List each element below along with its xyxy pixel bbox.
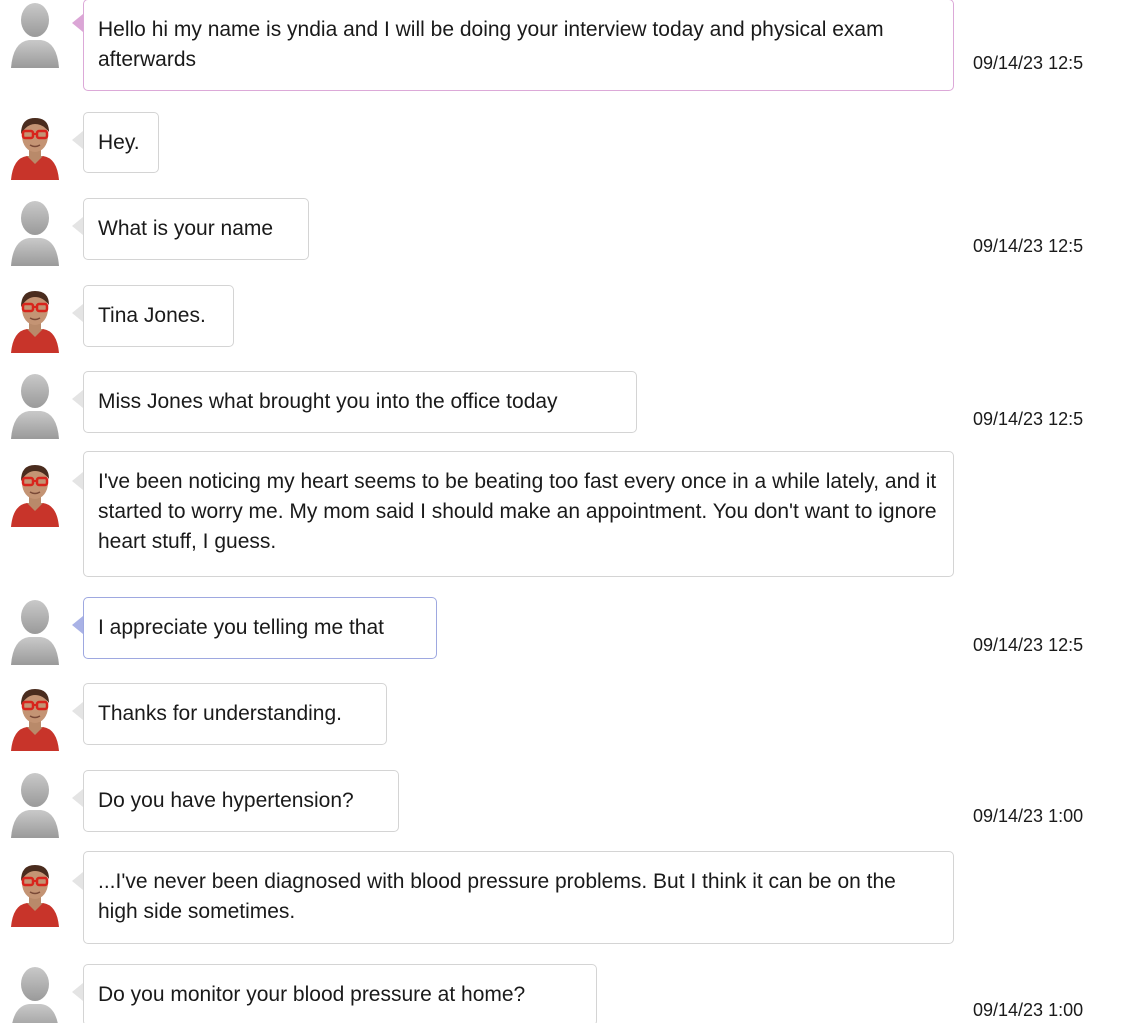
message-timestamp: 09/14/23 12:5 [973,409,1084,429]
tina-jones-avatar-icon [9,285,61,353]
tina-jones-avatar-icon [9,683,61,751]
bubble-pointer [72,872,83,890]
bubble-pointer [72,702,83,720]
message-text: Do you have hypertension? [98,789,354,812]
message-bubble: I've been noticing my heart seems to be … [83,451,954,577]
message-timestamp: 09/14/23 12:5 [973,236,1084,256]
bubble-pointer [72,789,83,807]
bubble-pointer [72,14,83,32]
message-bubble: Miss Jones what brought you into the off… [83,371,637,433]
message-text: Thanks for understanding. [98,702,342,725]
message-timestamp: 09/14/23 12:5 [973,635,1084,655]
message-bubble: Hey. [83,112,159,173]
message-bubble: ...I've never been diagnosed with blood … [83,851,954,944]
bubble-pointer [72,390,83,408]
message-timestamp: 09/14/23 1:00 [973,1000,1084,1020]
message-timestamp: 09/14/23 1:00 [973,806,1084,826]
message-text: Tina Jones. [98,304,206,327]
message-bubble: Do you monitor your blood pressure at ho… [83,964,597,1023]
message-text: Hello hi my name is yndia and I will be … [98,18,884,71]
tina-jones-avatar-icon [9,112,61,180]
default-user-avatar-icon [9,198,61,266]
tina-jones-avatar-icon [9,459,61,527]
message-text: Hey. [98,131,140,154]
message-text: Miss Jones what brought you into the off… [98,390,558,413]
message-text: ...I've never been diagnosed with blood … [98,870,896,923]
default-user-avatar-icon [9,371,61,439]
message-timestamp: 09/14/23 12:5 [973,53,1084,73]
bubble-pointer [72,217,83,235]
default-user-avatar-icon [9,597,61,665]
message-bubble: What is your name [83,198,309,260]
message-bubble: Hello hi my name is yndia and I will be … [83,0,954,91]
message-text: I've been noticing my heart seems to be … [98,470,937,553]
message-bubble: Thanks for understanding. [83,683,387,745]
message-bubble: Do you have hypertension? [83,770,399,832]
bubble-pointer [72,304,83,322]
message-text: What is your name [98,217,274,240]
bubble-pointer [72,472,83,490]
default-user-avatar-icon [9,0,61,68]
chat-transcript: Hello hi my name is yndia and I will be … [0,0,1122,1023]
bubble-pointer [72,616,83,634]
default-user-avatar-icon [9,964,61,1023]
default-user-avatar-icon [9,770,61,838]
bubble-pointer [72,983,83,1001]
message-bubble: I appreciate you telling me that [83,597,437,659]
message-text: Do you monitor your blood pressure at ho… [98,983,526,1006]
message-bubble: Tina Jones. [83,285,234,347]
message-text: I appreciate you telling me that [98,616,385,639]
tina-jones-avatar-icon [9,859,61,927]
bubble-pointer [72,131,83,149]
